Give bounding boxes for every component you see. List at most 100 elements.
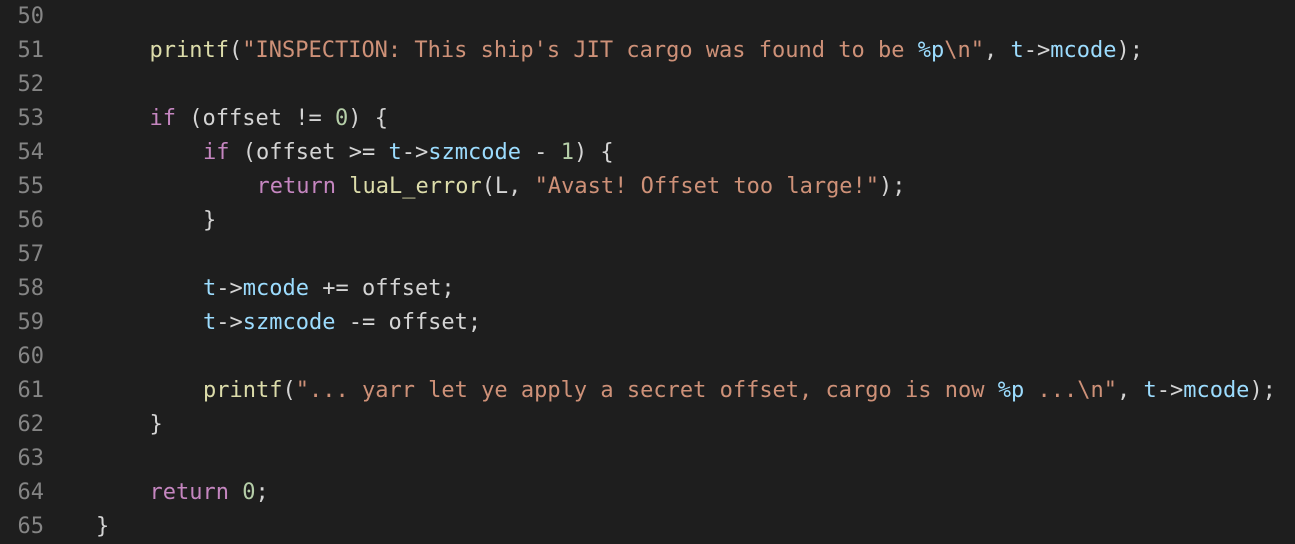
code-token: return [149, 480, 229, 505]
code-token: t [1143, 378, 1157, 403]
code-token: if [203, 140, 230, 165]
code-token: ...\n" [1024, 378, 1117, 403]
code-token: t [203, 310, 217, 335]
line-number: 62 [17, 412, 45, 437]
code-token: %p [997, 378, 1025, 403]
code-token: } [96, 514, 110, 539]
code-token: return [256, 174, 336, 199]
line-number: 63 [17, 446, 45, 471]
code-token: -> [1023, 38, 1051, 63]
code-token: ); [1249, 378, 1276, 403]
code-text[interactable]: if (offset != 0) { [150, 102, 388, 136]
code-token: ) { [573, 140, 614, 165]
line-number: 54 [17, 140, 45, 165]
line-number: 52 [17, 72, 45, 97]
code-text[interactable]: t->szmcode -= offset; [203, 306, 481, 340]
code-token: , [984, 38, 1011, 63]
code-token: ) { [348, 106, 388, 131]
code-text[interactable]: return 0; [150, 476, 269, 510]
code-token: != [295, 106, 322, 131]
code-token: luaL_error [349, 174, 482, 199]
code-token: "Avast! Offset too large!" [534, 174, 880, 199]
code-text[interactable]: } [203, 204, 216, 238]
code-token: -> [1156, 378, 1184, 403]
code-token: szmcode [428, 140, 521, 165]
code-text[interactable]: t->mcode += offset; [203, 272, 455, 306]
code-line[interactable]: 58 t->mcode += offset; [0, 272, 1295, 306]
code-line[interactable]: 60 [0, 340, 1295, 374]
code-text[interactable]: } [150, 408, 163, 442]
code-token: szmcode [242, 310, 336, 335]
code-token: if [149, 106, 177, 131]
code-line[interactable]: 53 if (offset != 0) { [0, 102, 1295, 136]
code-token: -> [401, 140, 429, 165]
line-number: 50 [17, 4, 45, 29]
code-line[interactable]: 59 t->szmcode -= offset; [0, 306, 1295, 340]
code-token: (L, [481, 174, 535, 199]
code-token: } [203, 208, 217, 233]
code-token: ( [228, 38, 243, 63]
line-number: 60 [17, 344, 45, 369]
code-line[interactable]: 57 [0, 238, 1295, 272]
code-editor[interactable]: 50 51 printf("INSPECTION: This ship's JIT … [0, 0, 1295, 543]
code-line[interactable]: 61 printf("... yarr let ye apply a secret… [0, 374, 1295, 408]
code-token: } [149, 412, 163, 437]
code-token: 1 [560, 140, 574, 165]
code-token: printf [149, 38, 229, 63]
line-number: 64 [17, 480, 45, 505]
line-number: 56 [17, 208, 45, 233]
line-number: 58 [17, 276, 45, 301]
line-number: 53 [17, 106, 45, 131]
code-token: t [388, 140, 402, 165]
code-token: ); [879, 174, 906, 199]
code-line[interactable]: 55 return luaL_error(L, "Avast! Offset to… [0, 170, 1295, 204]
code-token: 0 [334, 106, 349, 131]
code-token: 0 [242, 480, 256, 505]
line-number: 55 [17, 174, 45, 199]
code-line[interactable]: 51 printf("INSPECTION: This ship's JIT ca… [0, 34, 1295, 68]
code-token: ( [282, 378, 296, 403]
code-token: mcode [1050, 38, 1117, 63]
code-token: printf [203, 378, 283, 403]
code-token: \n" [944, 38, 984, 63]
code-line[interactable]: 56} [0, 204, 1295, 238]
code-text[interactable]: if (offset >= t->szmcode - 1) { [203, 136, 614, 170]
code-token: - [520, 140, 561, 165]
code-token: mcode [242, 276, 309, 301]
code-line[interactable]: 54 if (offset >= t->szmcode - 1) { [0, 136, 1295, 170]
code-line[interactable]: 52 [0, 68, 1295, 102]
code-line[interactable]: 62} [0, 408, 1295, 442]
code-token: , [1116, 378, 1144, 403]
code-token: (offset [229, 140, 349, 165]
code-token: -= offset; [335, 310, 482, 335]
code-line[interactable]: 50 [0, 0, 1295, 34]
line-number: 61 [17, 378, 45, 403]
code-token: t [1010, 38, 1024, 63]
code-text[interactable]: printf("INSPECTION: This ship's JIT carg… [150, 34, 1143, 68]
code-text[interactable]: } [96, 510, 109, 544]
code-token: mcode [1183, 378, 1250, 403]
code-token: "... yarr let ye apply a secret offset, … [295, 378, 998, 403]
code-line[interactable]: 65} [0, 510, 1295, 544]
line-number: 51 [17, 38, 45, 63]
code-line[interactable]: 63 [0, 442, 1295, 476]
code-text[interactable]: printf("... yarr let ye apply a secret o… [203, 374, 1276, 408]
code-token: -> [216, 310, 243, 335]
code-token: ; [255, 480, 269, 505]
code-token: %p [917, 38, 945, 63]
code-token: += offset; [308, 276, 455, 301]
code-token: -> [216, 276, 243, 301]
code-token: >= [348, 140, 376, 165]
line-number: 65 [17, 514, 45, 539]
code-token: ); [1116, 38, 1143, 63]
code-token: t [203, 276, 217, 301]
code-text[interactable]: return luaL_error(L, "Avast! Offset too … [257, 170, 906, 204]
code-token: (offset [176, 106, 296, 131]
code-token: "INSPECTION: This ship's JIT cargo was f… [242, 38, 918, 63]
line-number: 57 [17, 242, 45, 267]
code-line[interactable]: 64 return 0; [0, 476, 1295, 510]
